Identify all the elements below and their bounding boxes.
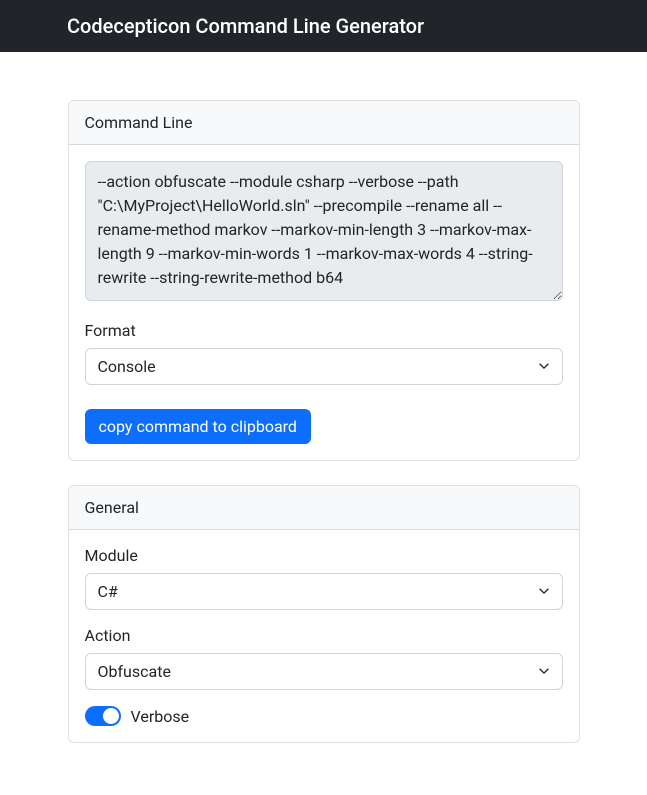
module-select[interactable]: C# <box>85 573 563 610</box>
format-select[interactable]: Console <box>85 348 563 385</box>
module-label: Module <box>85 546 563 565</box>
general-card: General Module C# Action Obfuscate <box>68 485 580 743</box>
verbose-toggle[interactable] <box>85 706 121 726</box>
navbar: Codecepticon Command Line Generator <box>0 0 647 52</box>
action-label: Action <box>85 626 563 645</box>
command-line-textarea[interactable] <box>85 161 563 301</box>
verbose-label: Verbose <box>131 707 190 726</box>
command-line-card-header: Command Line <box>69 101 579 145</box>
format-label: Format <box>85 321 563 340</box>
action-select[interactable]: Obfuscate <box>85 653 563 690</box>
command-line-card: Command Line Format Console copy command… <box>68 100 580 461</box>
general-card-header: General <box>69 486 579 530</box>
copy-command-button[interactable]: copy command to clipboard <box>85 409 311 444</box>
page-title: Codecepticon Command Line Generator <box>67 14 424 38</box>
